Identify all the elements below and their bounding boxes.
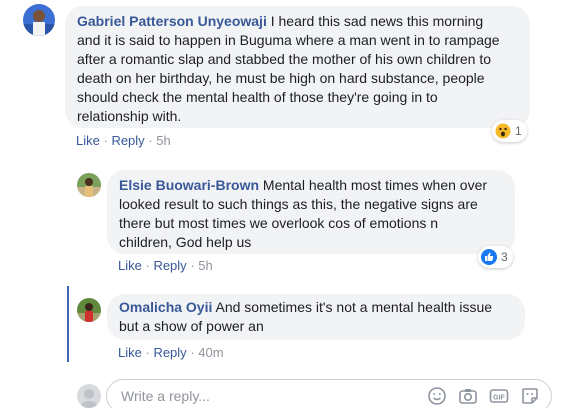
comment-text-line: after a romantic slap and stabbed the mo… [77,51,492,67]
comment-bubble-gabriel: Gabriel Patterson Unyeowaji I heard this… [65,6,530,128]
comment-bubble-omalicha: Omalicha Oyii And sometimes it's not a m… [107,294,525,340]
comment-actions: Like · Reply · 5h [118,258,213,273]
comment-text-line: And sometimes it's not a mental health i… [215,299,493,315]
comment-text-line: death on her birthday, he must be high o… [77,70,485,86]
comment-text-line: and it is said to happen in Buguma where… [77,32,500,48]
sticker-icon[interactable] [520,386,540,406]
comment-text-line: relationship with. [77,108,182,124]
comment-timestamp[interactable]: 40m [198,345,223,360]
comment-author[interactable]: Elsie Buowari-Brown [119,177,259,193]
avatar-gabriel[interactable] [23,4,55,36]
comment-bubble-elsie: Elsie Buowari-Brown Mental health most t… [107,170,515,254]
reaction-count: 1 [515,124,522,138]
comment-timestamp[interactable]: 5h [156,133,170,148]
reaction-count: 3 [501,250,508,264]
avatar-omalicha[interactable] [77,298,101,322]
reply-link[interactable]: Reply [153,345,186,360]
avatar-elsie[interactable] [77,173,101,197]
reply-placeholder: Write a reply... [121,388,210,404]
comment-actions: Like · Reply · 40m [118,345,224,360]
svg-text:GIF: GIF [493,394,505,401]
reply-link[interactable]: Reply [153,258,186,273]
comment-text-line: should check the mental health of those … [77,89,438,105]
reaction-summary[interactable]: 3 [478,246,513,268]
highlight-thread-line [67,286,69,362]
comment-author[interactable]: Omalicha Oyii [119,299,212,315]
thumbs-up-icon [481,249,497,265]
comment-text-line: I heard this sad news this morning [270,13,484,29]
comment-text-line: looked result to such things as this, th… [119,196,478,212]
gif-icon[interactable]: GIF [489,386,509,406]
like-link[interactable]: Like [118,345,142,360]
comment-text-line: Mental health most times when over [262,177,488,193]
camera-icon[interactable] [458,386,478,406]
comment-text-line: children, God help us [119,234,252,250]
comment-timestamp[interactable]: 5h [198,258,212,273]
like-link[interactable]: Like [118,258,142,273]
comment-author[interactable]: Gabriel Patterson Unyeowaji [77,13,267,29]
comment-text-line: there but most times we overlook cos of … [119,215,439,231]
current-user-avatar [77,384,101,408]
wow-emoji-icon [495,123,511,139]
like-link[interactable]: Like [76,133,100,148]
reply-link[interactable]: Reply [111,133,144,148]
reaction-summary[interactable]: 1 [492,120,527,142]
comment-text-line: but a show of power an [119,318,264,334]
emoji-icon[interactable] [427,386,447,406]
reply-input[interactable]: Write a reply... GIF [106,379,552,408]
comment-actions: Like · Reply · 5h [76,133,171,148]
